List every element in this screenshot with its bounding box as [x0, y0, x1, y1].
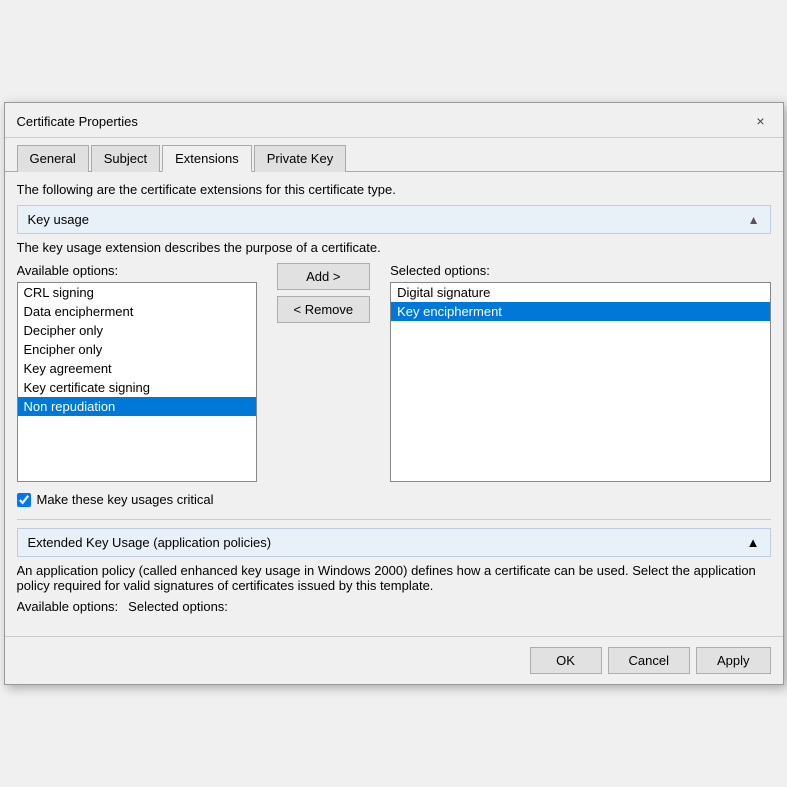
tab-private-key[interactable]: Private Key: [254, 145, 346, 172]
selected-options-listbox[interactable]: Digital signature Key encipherment: [390, 282, 770, 482]
tab-general[interactable]: General: [17, 145, 89, 172]
certificate-properties-dialog: Certificate Properties × General Subject…: [4, 102, 784, 685]
available-options-listbox[interactable]: CRL signing Data encipherment Decipher o…: [17, 282, 257, 482]
tab-subject[interactable]: Subject: [91, 145, 160, 172]
list-item[interactable]: Data encipherment: [18, 302, 256, 321]
list-item-selected[interactable]: Key encipherment: [391, 302, 769, 321]
extended-key-usage-chevron-icon: ▲: [747, 535, 760, 550]
add-button[interactable]: Add >: [277, 263, 371, 290]
key-usage-chevron-icon: ▲: [748, 213, 760, 227]
list-item[interactable]: Encipher only: [18, 340, 256, 359]
tab-bar: General Subject Extensions Private Key: [5, 138, 783, 172]
ok-button[interactable]: OK: [530, 647, 602, 674]
title-bar: Certificate Properties ×: [5, 103, 783, 138]
list-item-selected[interactable]: Non repudiation: [18, 397, 256, 416]
dialog-title: Certificate Properties: [17, 114, 138, 129]
ext-available-col: Available options:: [17, 599, 119, 616]
extended-key-usage-options-row: Available options: Selected options:: [17, 599, 771, 616]
close-button[interactable]: ×: [751, 111, 771, 131]
extended-key-usage-title: Extended Key Usage (application policies…: [28, 535, 272, 550]
remove-button[interactable]: < Remove: [277, 296, 371, 323]
key-usage-title: Key usage: [28, 212, 89, 227]
intro-text: The following are the certificate extens…: [17, 182, 771, 197]
apply-button[interactable]: Apply: [696, 647, 771, 674]
list-item[interactable]: Decipher only: [18, 321, 256, 340]
critical-checkbox[interactable]: [17, 493, 31, 507]
cancel-button[interactable]: Cancel: [608, 647, 690, 674]
key-usage-description: The key usage extension describes the pu…: [17, 240, 771, 255]
critical-checkbox-row: Make these key usages critical: [17, 492, 771, 507]
section-divider: [17, 519, 771, 520]
list-item[interactable]: CRL signing: [18, 283, 256, 302]
key-usage-header[interactable]: Key usage ▲: [17, 205, 771, 234]
available-options-col: Available options: CRL signing Data enci…: [17, 263, 257, 482]
critical-checkbox-label: Make these key usages critical: [37, 492, 214, 507]
add-remove-col: Add > < Remove: [267, 263, 381, 323]
list-item[interactable]: Key certificate signing: [18, 378, 256, 397]
ext-selected-label: Selected options:: [128, 599, 770, 614]
list-item[interactable]: Digital signature: [391, 283, 769, 302]
available-options-label: Available options:: [17, 263, 257, 278]
selected-options-label: Selected options:: [390, 263, 770, 278]
selected-options-col: Selected options: Digital signature Key …: [390, 263, 770, 482]
ext-selected-col: Selected options:: [128, 599, 770, 616]
key-usage-options-row: Available options: CRL signing Data enci…: [17, 263, 771, 482]
tab-content: The following are the certificate extens…: [5, 172, 783, 636]
list-item[interactable]: Key agreement: [18, 359, 256, 378]
extended-key-usage-description: An application policy (called enhanced k…: [17, 563, 771, 593]
bottom-bar: OK Cancel Apply: [5, 636, 783, 684]
scroll-area[interactable]: The following are the certificate extens…: [17, 182, 771, 626]
ext-available-label: Available options:: [17, 599, 119, 614]
tab-extensions[interactable]: Extensions: [162, 145, 252, 172]
extended-key-usage-header[interactable]: Extended Key Usage (application policies…: [17, 528, 771, 557]
